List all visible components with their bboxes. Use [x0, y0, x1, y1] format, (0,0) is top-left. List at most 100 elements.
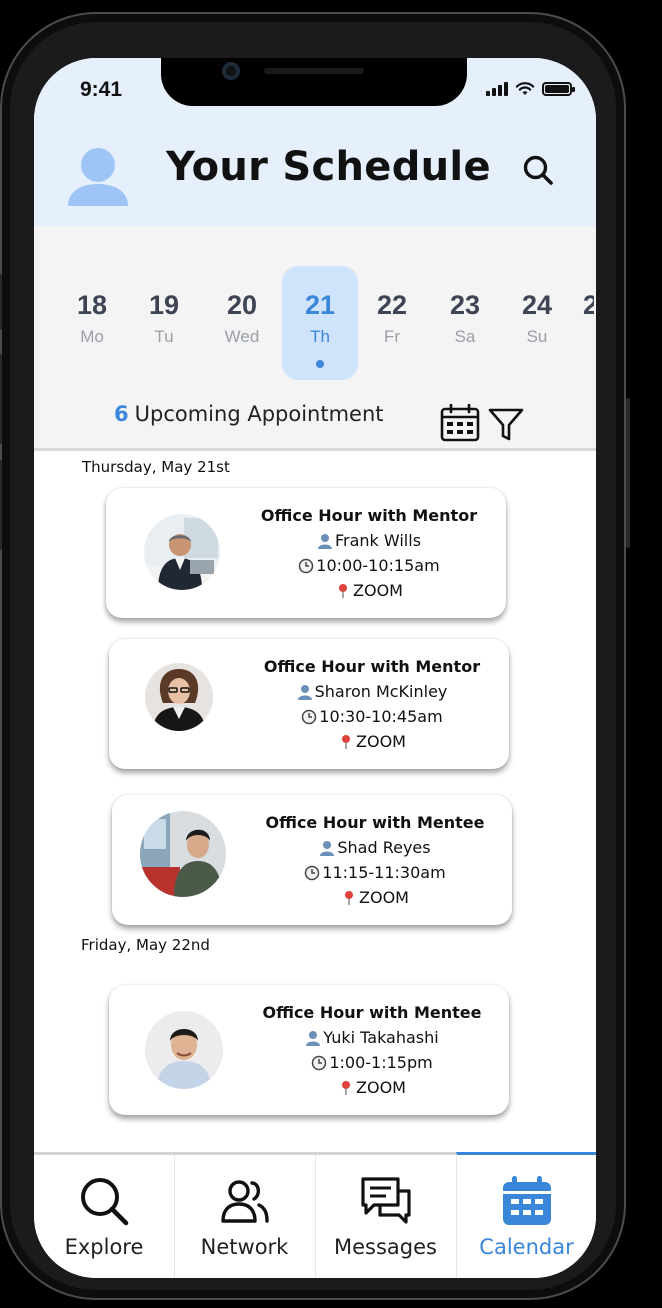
- location-text: ZOOM: [353, 581, 403, 600]
- person-name: Yuki Takahashi: [323, 1028, 439, 1047]
- person-name: Frank Wills: [334, 531, 422, 550]
- time-range: 1:00-1:15pm: [329, 1053, 433, 1072]
- appointment-time: 10:30-10:45am: [247, 707, 497, 726]
- clock-icon: [312, 1055, 327, 1070]
- appointment-title: Office Hour with Mentor: [263, 657, 481, 676]
- volume-down-button: [0, 460, 2, 550]
- power-button: [626, 398, 630, 548]
- mentee-photo: [140, 811, 226, 897]
- appointment-location: ZOOM: [247, 732, 497, 751]
- side-button: [0, 274, 2, 330]
- nav-tab-explore[interactable]: Explore: [34, 1155, 174, 1278]
- search-icon[interactable]: [522, 154, 554, 186]
- phone-frame: 9:41 Your Schedule 18 Mo 19 Tu 20 Wed 21…: [0, 12, 630, 1300]
- front-camera: [222, 62, 240, 80]
- people-icon: [221, 1180, 269, 1223]
- clock-icon: [305, 865, 320, 880]
- location-text: ZOOM: [359, 888, 409, 907]
- profile-avatar-icon[interactable]: [68, 148, 128, 210]
- pin-icon: [342, 734, 351, 749]
- pin-icon: [345, 890, 354, 905]
- mentor-photo: [145, 663, 213, 731]
- appointment-title: Office Hour with Mentee: [262, 1003, 482, 1022]
- status-icons: [486, 82, 575, 96]
- date-number: 21: [304, 290, 336, 320]
- person-name: Shad Reyes: [337, 838, 431, 857]
- clock-icon: [302, 709, 317, 724]
- notch: [161, 58, 467, 106]
- person-icon: [297, 684, 312, 700]
- person-icon: [320, 840, 335, 856]
- wifi-icon: [515, 82, 535, 95]
- mentor-photo: [144, 514, 220, 590]
- appointment-info: Office Hour with Mentee Shad Reyes 11:15…: [250, 813, 500, 907]
- date-item-selected[interactable]: 21 Th: [282, 266, 358, 380]
- date-item[interactable]: 18 Mo: [54, 266, 130, 380]
- appointment-person: Sharon McKinley: [247, 682, 497, 701]
- appointment-location: ZOOM: [247, 1078, 497, 1097]
- date-item-partial[interactable]: 2: [554, 266, 594, 380]
- date-item[interactable]: 20 Wed: [204, 266, 280, 380]
- upcoming-summary: 6 Upcoming Appointment: [114, 402, 384, 426]
- appointment-card[interactable]: Office Hour with Mentee Yuki Takahashi 1…: [109, 985, 509, 1115]
- date-number: 18: [76, 290, 108, 320]
- status-time: 9:41: [80, 78, 123, 101]
- date-item[interactable]: 19 Tu: [126, 266, 202, 380]
- calendar-view-icon[interactable]: [440, 404, 480, 442]
- location-text: ZOOM: [356, 732, 406, 751]
- pin-icon: [342, 1080, 351, 1095]
- appointment-card[interactable]: Office Hour with Mentor Frank Wills 10:0…: [106, 488, 506, 618]
- person-icon: [317, 533, 332, 549]
- nav-tab-messages[interactable]: Messages: [315, 1155, 455, 1278]
- pin-icon: [339, 583, 348, 598]
- upcoming-count: 6: [114, 402, 129, 426]
- weekday-label: Wed: [224, 327, 260, 346]
- volume-up-button: [0, 354, 2, 444]
- has-events-dot: [316, 360, 324, 368]
- appointment-info: Office Hour with Mentor Frank Wills 10:0…: [244, 506, 494, 600]
- date-item[interactable]: 22 Fr: [354, 266, 430, 380]
- chat-icon: [361, 1177, 411, 1224]
- date-item[interactable]: 23 Sa: [427, 266, 503, 380]
- nav-label: Calendar: [479, 1235, 574, 1259]
- location-text: ZOOM: [356, 1078, 406, 1097]
- nav-tab-calendar[interactable]: Calendar: [456, 1152, 596, 1278]
- appointment-person: Shad Reyes: [250, 838, 500, 857]
- date-number: 19: [148, 290, 180, 320]
- weekday-label: Sa: [454, 327, 476, 346]
- weekday-label: Th: [310, 327, 330, 346]
- filter-icon[interactable]: [488, 408, 524, 442]
- appointment-title: Office Hour with Mentor: [260, 506, 478, 525]
- page-title: Your Schedule: [166, 144, 491, 190]
- battery-icon: [542, 82, 575, 96]
- date-number: 23: [449, 290, 481, 320]
- person-icon: [306, 1030, 321, 1046]
- nav-tab-network[interactable]: Network: [174, 1155, 314, 1278]
- section-date-label: Friday, May 22nd: [81, 936, 210, 954]
- appointment-card[interactable]: Office Hour with Mentee Shad Reyes 11:15…: [112, 795, 512, 925]
- clock-icon: [299, 558, 314, 573]
- divider: [34, 448, 596, 451]
- appointment-info: Office Hour with Mentor Sharon McKinley …: [247, 657, 497, 751]
- date-number: 22: [376, 290, 408, 320]
- time-range: 11:15-11:30am: [322, 863, 446, 882]
- nav-label: Messages: [334, 1235, 437, 1259]
- appointment-time: 10:00-10:15am: [244, 556, 494, 575]
- weekday-label: Tu: [154, 327, 174, 346]
- appointment-card[interactable]: Office Hour with Mentor Sharon McKinley …: [109, 639, 509, 769]
- date-number: 20: [226, 290, 258, 320]
- appointment-info: Office Hour with Mentee Yuki Takahashi 1…: [247, 1003, 497, 1097]
- appointment-person: Yuki Takahashi: [247, 1028, 497, 1047]
- speaker: [264, 68, 364, 74]
- weekday-label: Fr: [383, 327, 401, 346]
- person-name: Sharon McKinley: [314, 682, 448, 701]
- appointment-time: 11:15-11:30am: [250, 863, 500, 882]
- appointment-person: Frank Wills: [244, 531, 494, 550]
- upcoming-label: Upcoming Appointment: [134, 402, 384, 426]
- screen: 9:41 Your Schedule 18 Mo 19 Tu 20 Wed 21…: [34, 58, 596, 1278]
- mentee-photo: [145, 1011, 223, 1089]
- time-range: 10:00-10:15am: [316, 556, 440, 575]
- weekday-label: Mo: [80, 327, 104, 346]
- section-date-label: Thursday, May 21st: [82, 458, 230, 476]
- appointment-time: 1:00-1:15pm: [247, 1053, 497, 1072]
